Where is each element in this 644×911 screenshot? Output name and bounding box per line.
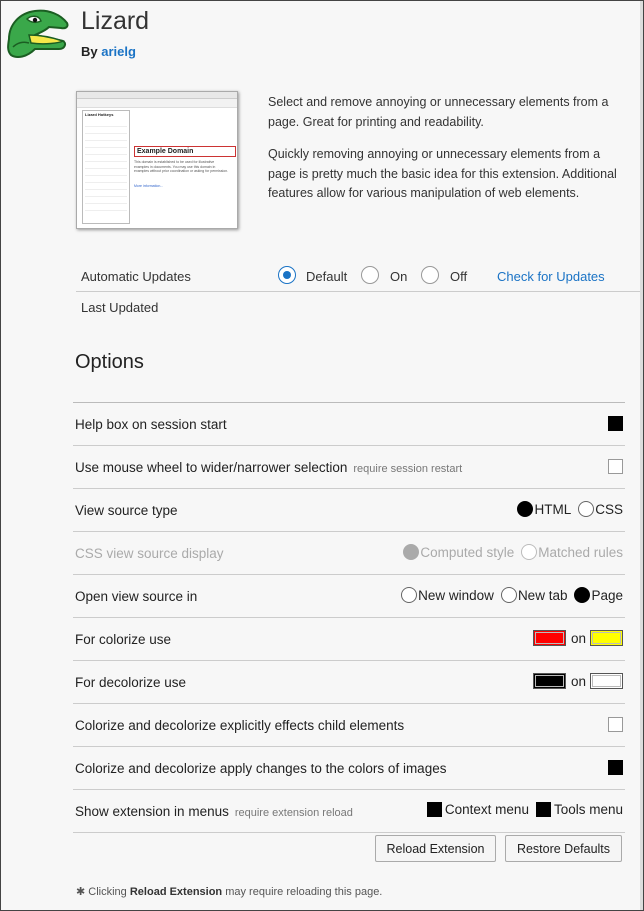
updates-default-label: Default [306, 269, 348, 284]
child-elements-checkbox[interactable] [608, 717, 623, 732]
colorize-bg-color-picker[interactable] [590, 630, 623, 646]
option-decolorize: For decolorize use on [73, 660, 625, 703]
updates-off-radio[interactable] [421, 266, 439, 284]
updates-off-label: Off [450, 269, 468, 284]
decolorize-fg-color-picker[interactable] [532, 673, 566, 689]
decolorize-bg-color-picker[interactable] [590, 673, 623, 689]
thumbnail-more-info: More information... [134, 184, 164, 188]
css-matched-label: Matched rules [538, 544, 623, 560]
show-in-menus-note: require extension reload [234, 807, 353, 819]
vst-html-radio[interactable] [517, 501, 534, 517]
action-buttons-row: Reload Extension Restore Defaults [73, 832, 625, 873]
colorize-on-label: on [570, 630, 586, 646]
colorize-label: For colorize use [75, 632, 172, 647]
context-menu-label: Context menu [444, 802, 529, 817]
option-view-source-type: View source type HTML CSS [73, 488, 625, 531]
description-summary: Select and remove annoying or unnecessar… [268, 95, 609, 129]
tools-menu-label: Tools menu [553, 802, 623, 817]
automatic-updates-label: Automatic Updates [81, 269, 191, 284]
decolorize-on-label: on [570, 673, 586, 689]
open-new-tab-radio[interactable] [500, 587, 517, 603]
reload-extension-button[interactable]: Reload Extension [375, 835, 496, 862]
mouse-wheel-label: Use mouse wheel to wider/narrower select… [75, 460, 348, 475]
open-new-tab-label: New tab [517, 587, 568, 603]
option-css-display: CSS view source display Computed style M… [73, 531, 625, 574]
lizard-logo-icon [7, 9, 69, 58]
show-in-menus-label-wrap: Show extension in menus require extension… [75, 804, 353, 819]
colorize-fg-color-picker[interactable] [532, 630, 566, 646]
option-images: Colorize and decolorize apply changes to… [73, 746, 625, 789]
addon-details-page: Lizard By arielg Lizard Hotkeys Example … [0, 0, 644, 911]
css-matched-radio[interactable] [521, 544, 538, 560]
vst-html-label: HTML [534, 501, 572, 517]
context-menu-checkbox[interactable] [426, 802, 442, 817]
tools-menu-checkbox[interactable] [535, 802, 551, 817]
option-show-in-menus: Show extension in menus require extension… [73, 789, 625, 832]
thumbnail-domain-text: This domain is established to be used fo… [134, 160, 229, 173]
open-new-window-label: New window [418, 587, 494, 603]
help-box-checkbox[interactable] [608, 416, 623, 431]
open-page-radio[interactable] [574, 587, 591, 603]
screenshot-thumbnail[interactable]: Lizard Hotkeys Example Domain This domai… [76, 91, 238, 229]
scrollbar[interactable] [640, 1, 643, 910]
option-mouse-wheel: Use mouse wheel to wider/narrower select… [73, 445, 625, 488]
author-link[interactable]: arielg [101, 44, 136, 59]
last-updated-label: Last Updated [81, 300, 159, 315]
footnote-rest: may require reloading this page. [225, 886, 383, 898]
images-label: Colorize and decolorize apply changes to… [75, 761, 447, 776]
decolorize-label: For decolorize use [75, 675, 187, 690]
option-child-elements: Colorize and decolorize explicitly effec… [73, 703, 625, 746]
images-checkbox[interactable] [608, 760, 623, 775]
mouse-wheel-label-wrap: Use mouse wheel to wider/narrower select… [75, 460, 462, 475]
description-full: Quickly removing annoying or unnecessary… [268, 147, 617, 200]
show-in-menus-label: Show extension in menus [75, 804, 229, 819]
updates-on-label: On [390, 269, 408, 284]
mouse-wheel-note: require session restart [353, 463, 463, 475]
options-list: Help box on session start Use mouse whee… [73, 402, 625, 873]
help-box-label: Help box on session start [75, 417, 227, 432]
automatic-updates-row: Automatic Updates Default On Off Check f… [76, 262, 640, 292]
css-computed-radio[interactable] [403, 544, 420, 560]
thumbnail-popup-title: Lizard Hotkeys [85, 112, 114, 117]
css-computed-label: Computed style [420, 544, 515, 560]
thumbnail-domain-title: Example Domain [134, 146, 236, 157]
footnote-bold: Reload Extension [129, 886, 223, 898]
vst-css-radio[interactable] [578, 501, 595, 517]
option-open-in: Open view source in New window New tab P… [73, 574, 625, 617]
option-colorize: For colorize use on [73, 617, 625, 660]
author-line: By arielg [81, 44, 136, 59]
footnote-prefix: ✱ Clicking [76, 886, 127, 898]
child-elements-label: Colorize and decolorize explicitly effec… [75, 718, 405, 733]
css-display-label: CSS view source display [75, 546, 224, 561]
open-in-label: Open view source in [75, 589, 198, 604]
options-heading: Options [75, 351, 144, 373]
addon-title: Lizard [81, 7, 150, 35]
header: Lizard By arielg [1, 1, 643, 81]
footnote: ✱ Clicking Reload Extension may require … [76, 885, 382, 898]
updates-default-radio[interactable] [278, 266, 296, 284]
updates-on-radio[interactable] [361, 266, 379, 284]
check-for-updates-link[interactable]: Check for Updates [497, 269, 605, 284]
open-page-label: Page [591, 587, 623, 603]
restore-defaults-button[interactable]: Restore Defaults [505, 835, 622, 862]
thumbnail-popup: Lizard Hotkeys [82, 110, 130, 224]
option-help-box: Help box on session start [73, 402, 625, 445]
description: Select and remove annoying or unnecessar… [268, 93, 628, 217]
open-new-window-radio[interactable] [401, 587, 418, 603]
view-source-type-label: View source type [75, 503, 178, 518]
mouse-wheel-checkbox[interactable] [608, 459, 623, 474]
by-label: By [81, 44, 98, 59]
vst-css-label: CSS [595, 501, 623, 517]
